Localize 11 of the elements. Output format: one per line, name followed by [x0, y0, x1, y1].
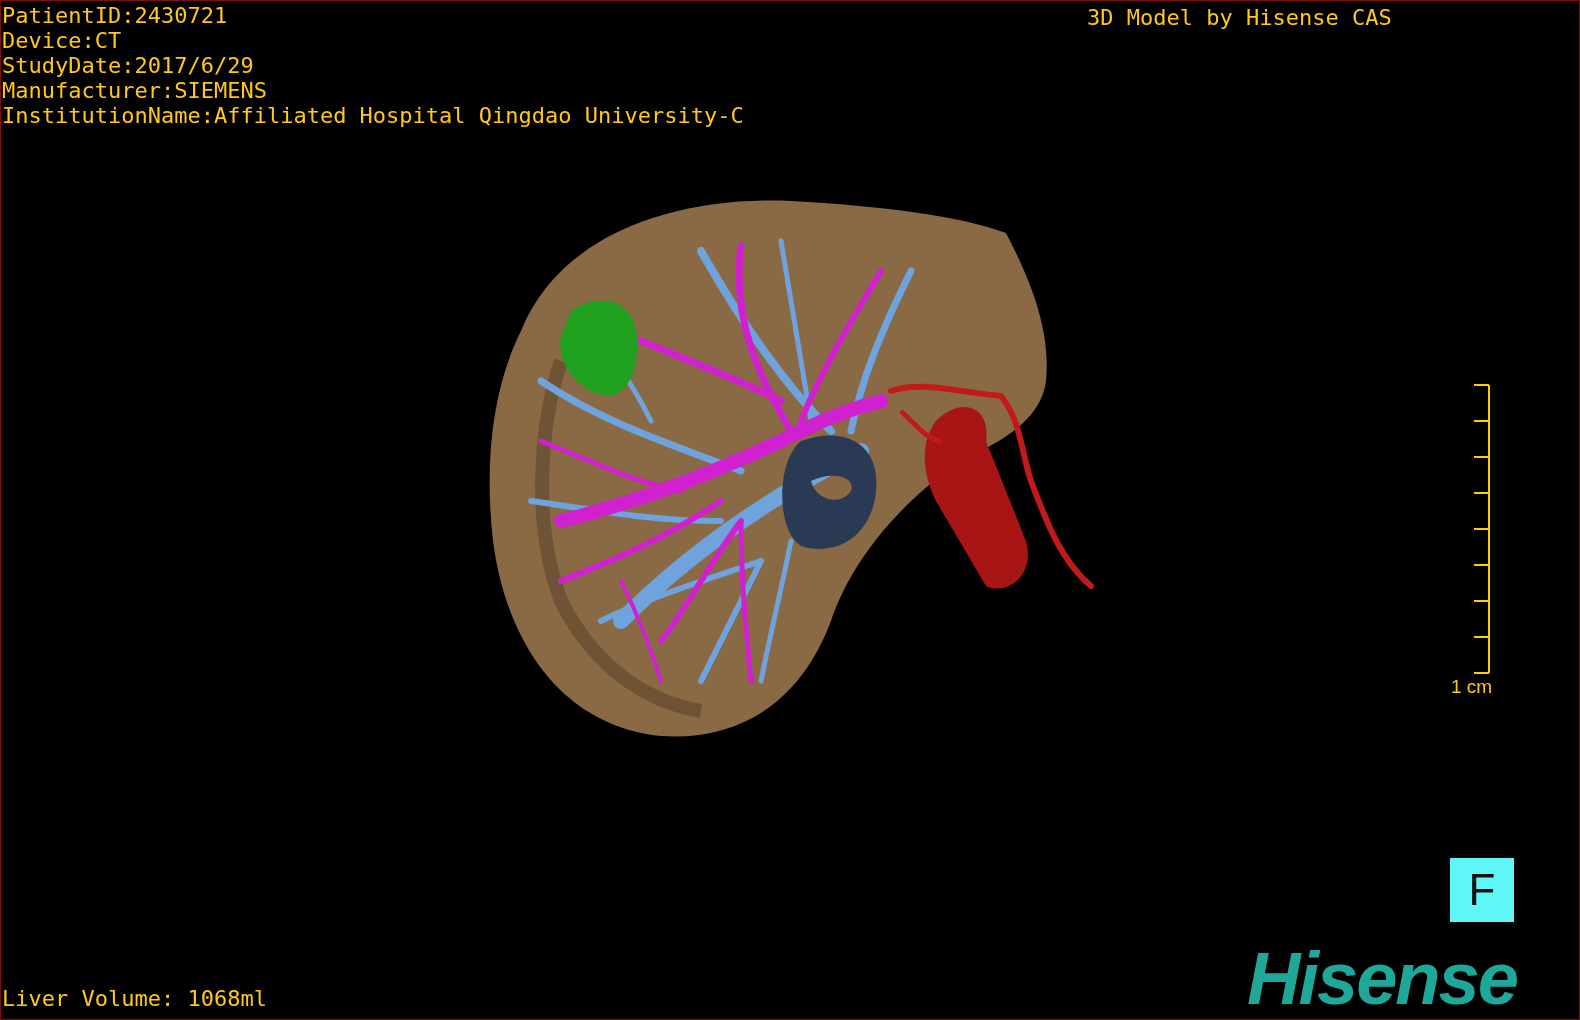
scale-ruler-icon	[1472, 384, 1493, 674]
patient-info-text: StudyDate:2017/6/29	[2, 53, 254, 78]
credit-text: 3D Model by Hisense CAS	[1087, 5, 1392, 30]
orientation-marker: F	[1450, 858, 1514, 922]
patient-info-text: InstitutionName:Affiliated Hospital Qingdao University-C	[2, 103, 744, 128]
logo-text: Hisense	[1247, 939, 1517, 1019]
scale-label: 1 cm	[1451, 676, 1493, 698]
patient-info-text: Manufacturer:SIEMENS	[2, 78, 267, 103]
liver-volume-text: Liver Volume: 1068ml	[2, 986, 267, 1011]
patient-info-text: PatientID:2430721	[2, 3, 228, 28]
patient-info-text: Device:CT	[2, 28, 122, 53]
